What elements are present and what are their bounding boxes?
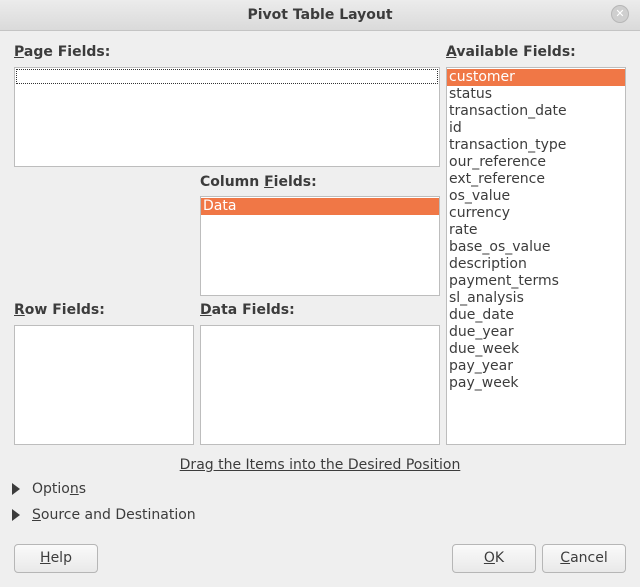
drop-target-focus: [16, 69, 438, 84]
data-fields-label: Data Fields:: [200, 302, 295, 318]
close-icon[interactable]: ✕: [611, 5, 629, 23]
window-title: Pivot Table Layout: [247, 7, 393, 23]
available-field-item[interactable]: pay_year: [447, 358, 625, 375]
title-bar: Pivot Table Layout ✕: [0, 0, 640, 31]
available-field-item[interactable]: transaction_type: [447, 137, 625, 154]
source-destination-label: Source and Destination: [32, 507, 196, 523]
options-label: Options: [32, 481, 87, 497]
source-destination-expander[interactable]: Source and Destination: [12, 507, 196, 525]
available-field-item[interactable]: due_date: [447, 307, 625, 324]
available-fields-label: Available Fields:: [446, 44, 576, 60]
ok-button[interactable]: OK: [452, 544, 536, 573]
available-field-item[interactable]: os_value: [447, 188, 625, 205]
column-fields-list[interactable]: Data: [200, 196, 440, 296]
page-fields-label: Page Fields:: [14, 44, 111, 60]
available-field-item[interactable]: currency: [447, 205, 625, 222]
row-fields-list[interactable]: [14, 325, 194, 445]
available-field-item[interactable]: due_week: [447, 341, 625, 358]
data-fields-list[interactable]: [200, 325, 440, 445]
options-expander[interactable]: Options: [12, 481, 86, 499]
drag-hint: Drag the Items into the Desired Position: [179, 457, 461, 473]
available-field-item[interactable]: ext_reference: [447, 171, 625, 188]
available-field-item[interactable]: due_year: [447, 324, 625, 341]
available-field-item[interactable]: rate: [447, 222, 625, 239]
available-field-item[interactable]: status: [447, 86, 625, 103]
column-fields-label: Column Fields:: [200, 174, 317, 190]
page-fields-list[interactable]: [14, 67, 440, 167]
available-field-item[interactable]: sl_analysis: [447, 290, 625, 307]
expand-arrow-icon: [12, 483, 20, 495]
available-fields-list[interactable]: customer status transaction_date id transact…: [446, 67, 626, 445]
available-field-item[interactable]: our_reference: [447, 154, 625, 171]
row-fields-label: Row Fields:: [14, 302, 105, 318]
available-field-item[interactable]: pay_week: [447, 375, 625, 392]
available-field-item[interactable]: customer: [447, 69, 625, 86]
column-field-data[interactable]: Data: [201, 198, 439, 215]
expand-arrow-icon: [12, 509, 20, 521]
help-button[interactable]: Help: [14, 544, 98, 573]
available-field-item[interactable]: base_os_value: [447, 239, 625, 256]
available-field-item[interactable]: transaction_date: [447, 103, 625, 120]
available-field-item[interactable]: payment_terms: [447, 273, 625, 290]
available-field-item[interactable]: id: [447, 120, 625, 137]
available-field-item[interactable]: description: [447, 256, 625, 273]
cancel-button[interactable]: Cancel: [542, 544, 626, 573]
